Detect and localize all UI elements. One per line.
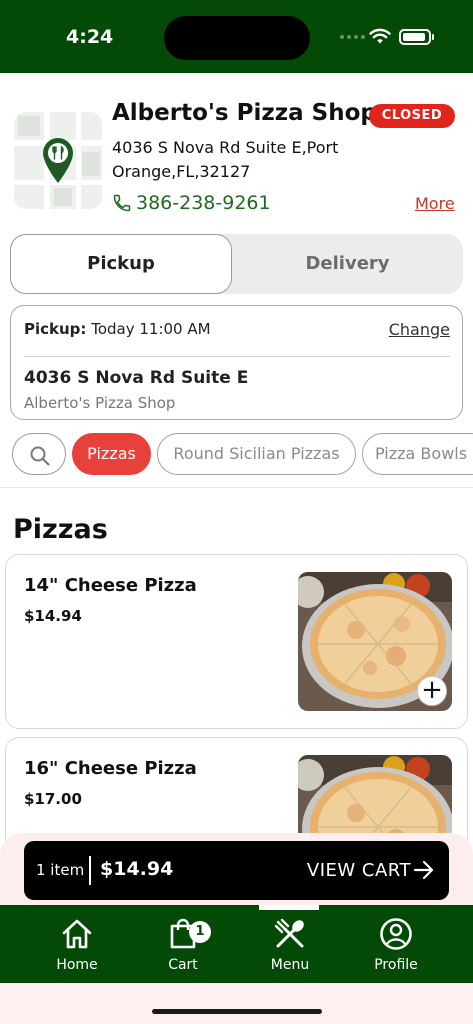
product-price: $14.94 [24, 607, 82, 625]
search-button[interactable] [12, 433, 66, 475]
pickup-time: Today 11:00 AM [91, 320, 211, 338]
nav-item-menu[interactable]: Menu [245, 917, 335, 973]
category-chip-pizza-bowls[interactable]: Pizza Bowls [362, 433, 473, 475]
divider [24, 356, 450, 357]
store-name: Alberto's Pizza Shop [112, 100, 377, 126]
bottom-safe-area [0, 983, 473, 1024]
add-to-cart-button[interactable]: + [417, 676, 447, 706]
phone-number: 386-238-9261 [136, 192, 271, 214]
search-icon [30, 446, 50, 466]
product-name: 14" Cheese Pizza [24, 575, 197, 596]
section-title: Pizzas [13, 514, 108, 545]
fulfillment-toggle: Pickup Delivery [10, 234, 463, 294]
product-card[interactable]: 14" Cheese Pizza $14.94 + [5, 554, 468, 729]
user-icon [380, 918, 412, 950]
more-link[interactable]: More [415, 194, 455, 213]
status-badge: CLOSED [369, 104, 455, 128]
status-time: 4:24 [66, 26, 114, 48]
pickup-label: Pickup: [24, 320, 87, 338]
nav-label-home: Home [56, 957, 98, 973]
pickup-time-row: Pickup: Today 11:00 AM [24, 320, 211, 338]
tab-delivery[interactable]: Delivery [232, 234, 463, 294]
cart-badge: 1 [189, 921, 211, 943]
battery-icon [399, 29, 434, 45]
view-cart-bar[interactable]: 1 item $14.94 VIEW CART [24, 841, 449, 900]
pickup-address: 4036 S Nova Rd Suite E [24, 368, 249, 388]
pickup-store-name: Alberto's Pizza Shop [24, 394, 176, 412]
category-chip-round-sicilian-pizzas[interactable]: Round Sicilian Pizzas [157, 433, 356, 475]
product-name: 16" Cheese Pizza [24, 758, 197, 779]
store-map-thumbnail [14, 112, 102, 209]
tab-pickup[interactable]: Pickup [10, 234, 232, 294]
nav-item-cart[interactable]: 1 Cart [138, 917, 228, 973]
pickup-details-card: Pickup: Today 11:00 AM Change 4036 S Nov… [10, 305, 463, 420]
product-price: $17.00 [24, 790, 82, 808]
signal-icon [340, 35, 365, 39]
home-indicator[interactable] [152, 1009, 322, 1014]
phone-icon [113, 194, 131, 212]
dynamic-island [164, 16, 310, 60]
nav-label-cart: Cart [168, 957, 198, 973]
view-cart-label: VIEW CART [306, 860, 411, 881]
nav-indicator [259, 905, 319, 910]
nav-item-profile[interactable]: Profile [351, 917, 441, 973]
phone-link[interactable]: 386-238-9261 [112, 192, 271, 214]
cart-item-count: 1 item [36, 861, 85, 879]
plus-icon: + [421, 675, 443, 705]
nav-item-home[interactable]: Home [32, 917, 122, 973]
category-chip-pizzas[interactable]: Pizzas [72, 433, 151, 475]
wifi-icon [369, 28, 391, 44]
cart-total: $14.94 [100, 858, 174, 880]
location-pin-icon [43, 138, 73, 183]
bottom-nav: Home 1 Cart Menu Profile [0, 905, 473, 983]
nav-label-menu: Menu [270, 957, 310, 973]
home-icon [62, 919, 92, 949]
divider [89, 856, 91, 885]
status-bar: 4:24 [0, 0, 473, 73]
store-address: 4036 S Nova Rd Suite E,Port Orange,FL,32… [112, 138, 339, 181]
nav-label-profile: Profile [374, 957, 418, 973]
divider [0, 487, 473, 488]
change-link[interactable]: Change [389, 320, 450, 339]
category-chips: Pizzas Round Sicilian Pizzas Pizza Bowls [0, 432, 473, 476]
arrow-right-icon [413, 860, 434, 880]
utensils-icon [274, 918, 304, 948]
